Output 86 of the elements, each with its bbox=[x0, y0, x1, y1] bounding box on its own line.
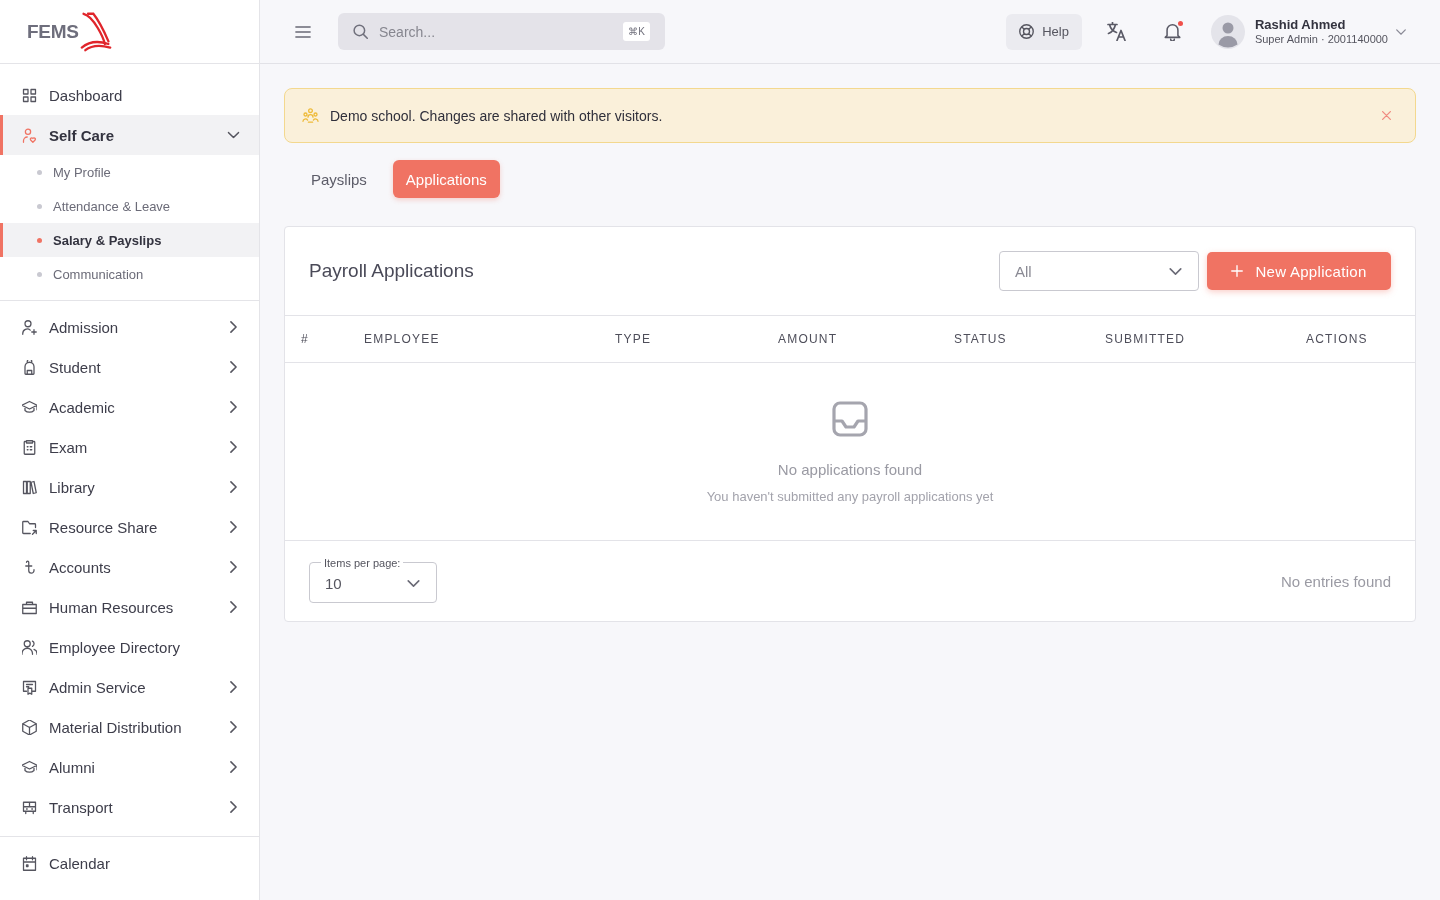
graduation-cap-icon bbox=[22, 399, 37, 415]
chevron-right-icon[interactable] bbox=[230, 481, 237, 493]
clipboard-icon bbox=[22, 439, 37, 455]
column-header: STATUS bbox=[954, 332, 1007, 346]
tab[interactable]: Payslips bbox=[298, 160, 380, 198]
notice-text: Demo school. Changes are shared with other visitors. bbox=[330, 107, 664, 124]
sidebar-subitem[interactable]: Communication bbox=[0, 257, 259, 291]
sidebar-item[interactable]: Academic bbox=[0, 387, 259, 427]
bullet-icon bbox=[37, 237, 42, 243]
graduation-cap-icon bbox=[22, 759, 37, 775]
column-header: ACTIONS bbox=[1306, 332, 1368, 346]
chevron-right-icon[interactable] bbox=[230, 721, 237, 733]
chevron-right-icon[interactable] bbox=[230, 681, 237, 693]
sidebar-item[interactable]: Dashboard bbox=[0, 75, 259, 115]
entries-summary: No entries found bbox=[1280, 572, 1391, 590]
menu-icon[interactable] bbox=[295, 25, 311, 38]
user-role: Super Admin · 2001140000 bbox=[1254, 32, 1388, 47]
bullet-icon bbox=[37, 271, 42, 277]
logo-text: FEMS bbox=[27, 20, 79, 43]
sidebar-subitem[interactable]: My Profile bbox=[0, 155, 259, 189]
lifebuoy-icon bbox=[1019, 24, 1035, 39]
grid-icon bbox=[22, 87, 37, 103]
user-name: Rashid Ahmed bbox=[1254, 16, 1347, 33]
people-icon bbox=[22, 639, 37, 655]
cube-icon bbox=[22, 719, 37, 735]
currency-icon bbox=[22, 559, 37, 575]
filter-select[interactable]: All bbox=[999, 251, 1199, 291]
chevron-down-icon bbox=[407, 579, 420, 587]
inbox-icon bbox=[832, 401, 868, 437]
translate-icon[interactable] bbox=[1106, 22, 1126, 41]
chevron-right-icon[interactable] bbox=[230, 361, 237, 373]
chevron-right-icon[interactable] bbox=[230, 801, 237, 813]
bus-icon bbox=[22, 799, 37, 815]
chevron-right-icon[interactable] bbox=[230, 521, 237, 533]
empty-state-title: No applications found bbox=[777, 461, 923, 478]
book-icon bbox=[79, 10, 112, 53]
sidebar-item[interactable]: Exam bbox=[0, 427, 259, 467]
chevron-right-icon[interactable] bbox=[230, 761, 237, 773]
bell-icon[interactable] bbox=[1162, 22, 1182, 41]
column-header: SUBMITTED bbox=[1105, 332, 1186, 346]
sidebar-subitem[interactable]: Attendance & Leave bbox=[0, 189, 259, 223]
sidebar-item[interactable]: Admin Service bbox=[0, 667, 259, 707]
chevron-down-icon bbox=[1169, 267, 1182, 275]
chevron-right-icon[interactable] bbox=[230, 601, 237, 613]
bullet-icon bbox=[37, 169, 42, 175]
sidebar-item[interactable]: Admission bbox=[0, 307, 259, 347]
person-plus-icon bbox=[22, 319, 37, 335]
sidebar-item[interactable]: Self Care bbox=[0, 115, 259, 155]
help-button[interactable]: Help bbox=[1006, 13, 1082, 50]
chevron-right-icon[interactable] bbox=[230, 561, 237, 573]
shortcut-key: ⌘K bbox=[623, 22, 650, 41]
sidebar-item[interactable]: Calendar bbox=[0, 843, 259, 883]
chevron-down-icon[interactable] bbox=[227, 131, 240, 139]
plus-icon bbox=[1231, 265, 1244, 277]
column-header: EMPLOYEE bbox=[364, 332, 440, 346]
chevron-right-icon[interactable] bbox=[230, 441, 237, 453]
column-header: TYPE bbox=[615, 332, 652, 346]
certificate-icon bbox=[22, 679, 37, 695]
chevron-right-icon[interactable] bbox=[230, 401, 237, 413]
backpack-icon bbox=[22, 359, 37, 375]
chevron-down-icon[interactable] bbox=[1396, 28, 1406, 35]
briefcase-icon bbox=[22, 599, 37, 615]
sidebar-subitem[interactable]: Salary & Payslips bbox=[0, 223, 259, 257]
search-icon bbox=[353, 24, 368, 39]
sidebar-item[interactable]: Transport bbox=[0, 787, 259, 827]
person-heart-icon bbox=[22, 127, 37, 143]
column-header: AMOUNT bbox=[778, 332, 838, 346]
users-icon bbox=[302, 108, 319, 123]
sidebar-item[interactable]: Resource Share bbox=[0, 507, 259, 547]
books-icon bbox=[22, 479, 37, 495]
sidebar-item[interactable]: Alumni bbox=[0, 747, 259, 787]
folder-arrow-icon bbox=[22, 519, 37, 535]
empty-state-message: You haven't submitted any payroll applications yet bbox=[706, 489, 994, 504]
avatar-icon[interactable] bbox=[1210, 14, 1245, 49]
sidebar-item[interactable]: Human Resources bbox=[0, 587, 259, 627]
bullet-icon bbox=[37, 203, 42, 209]
items-per-page-select[interactable]: Items per page: 10 bbox=[309, 556, 437, 603]
sidebar-item[interactable]: Employee Directory bbox=[0, 627, 259, 667]
card-title: Payroll Applications bbox=[309, 260, 475, 282]
sidebar-item[interactable]: Accounts bbox=[0, 547, 259, 587]
sidebar-item[interactable]: Library bbox=[0, 467, 259, 507]
column-header: # bbox=[301, 332, 309, 346]
sidebar-item[interactable]: Material Distribution bbox=[0, 707, 259, 747]
sidebar-item[interactable]: Student bbox=[0, 347, 259, 387]
chevron-right-icon[interactable] bbox=[230, 321, 237, 333]
calendar-icon bbox=[22, 855, 37, 871]
